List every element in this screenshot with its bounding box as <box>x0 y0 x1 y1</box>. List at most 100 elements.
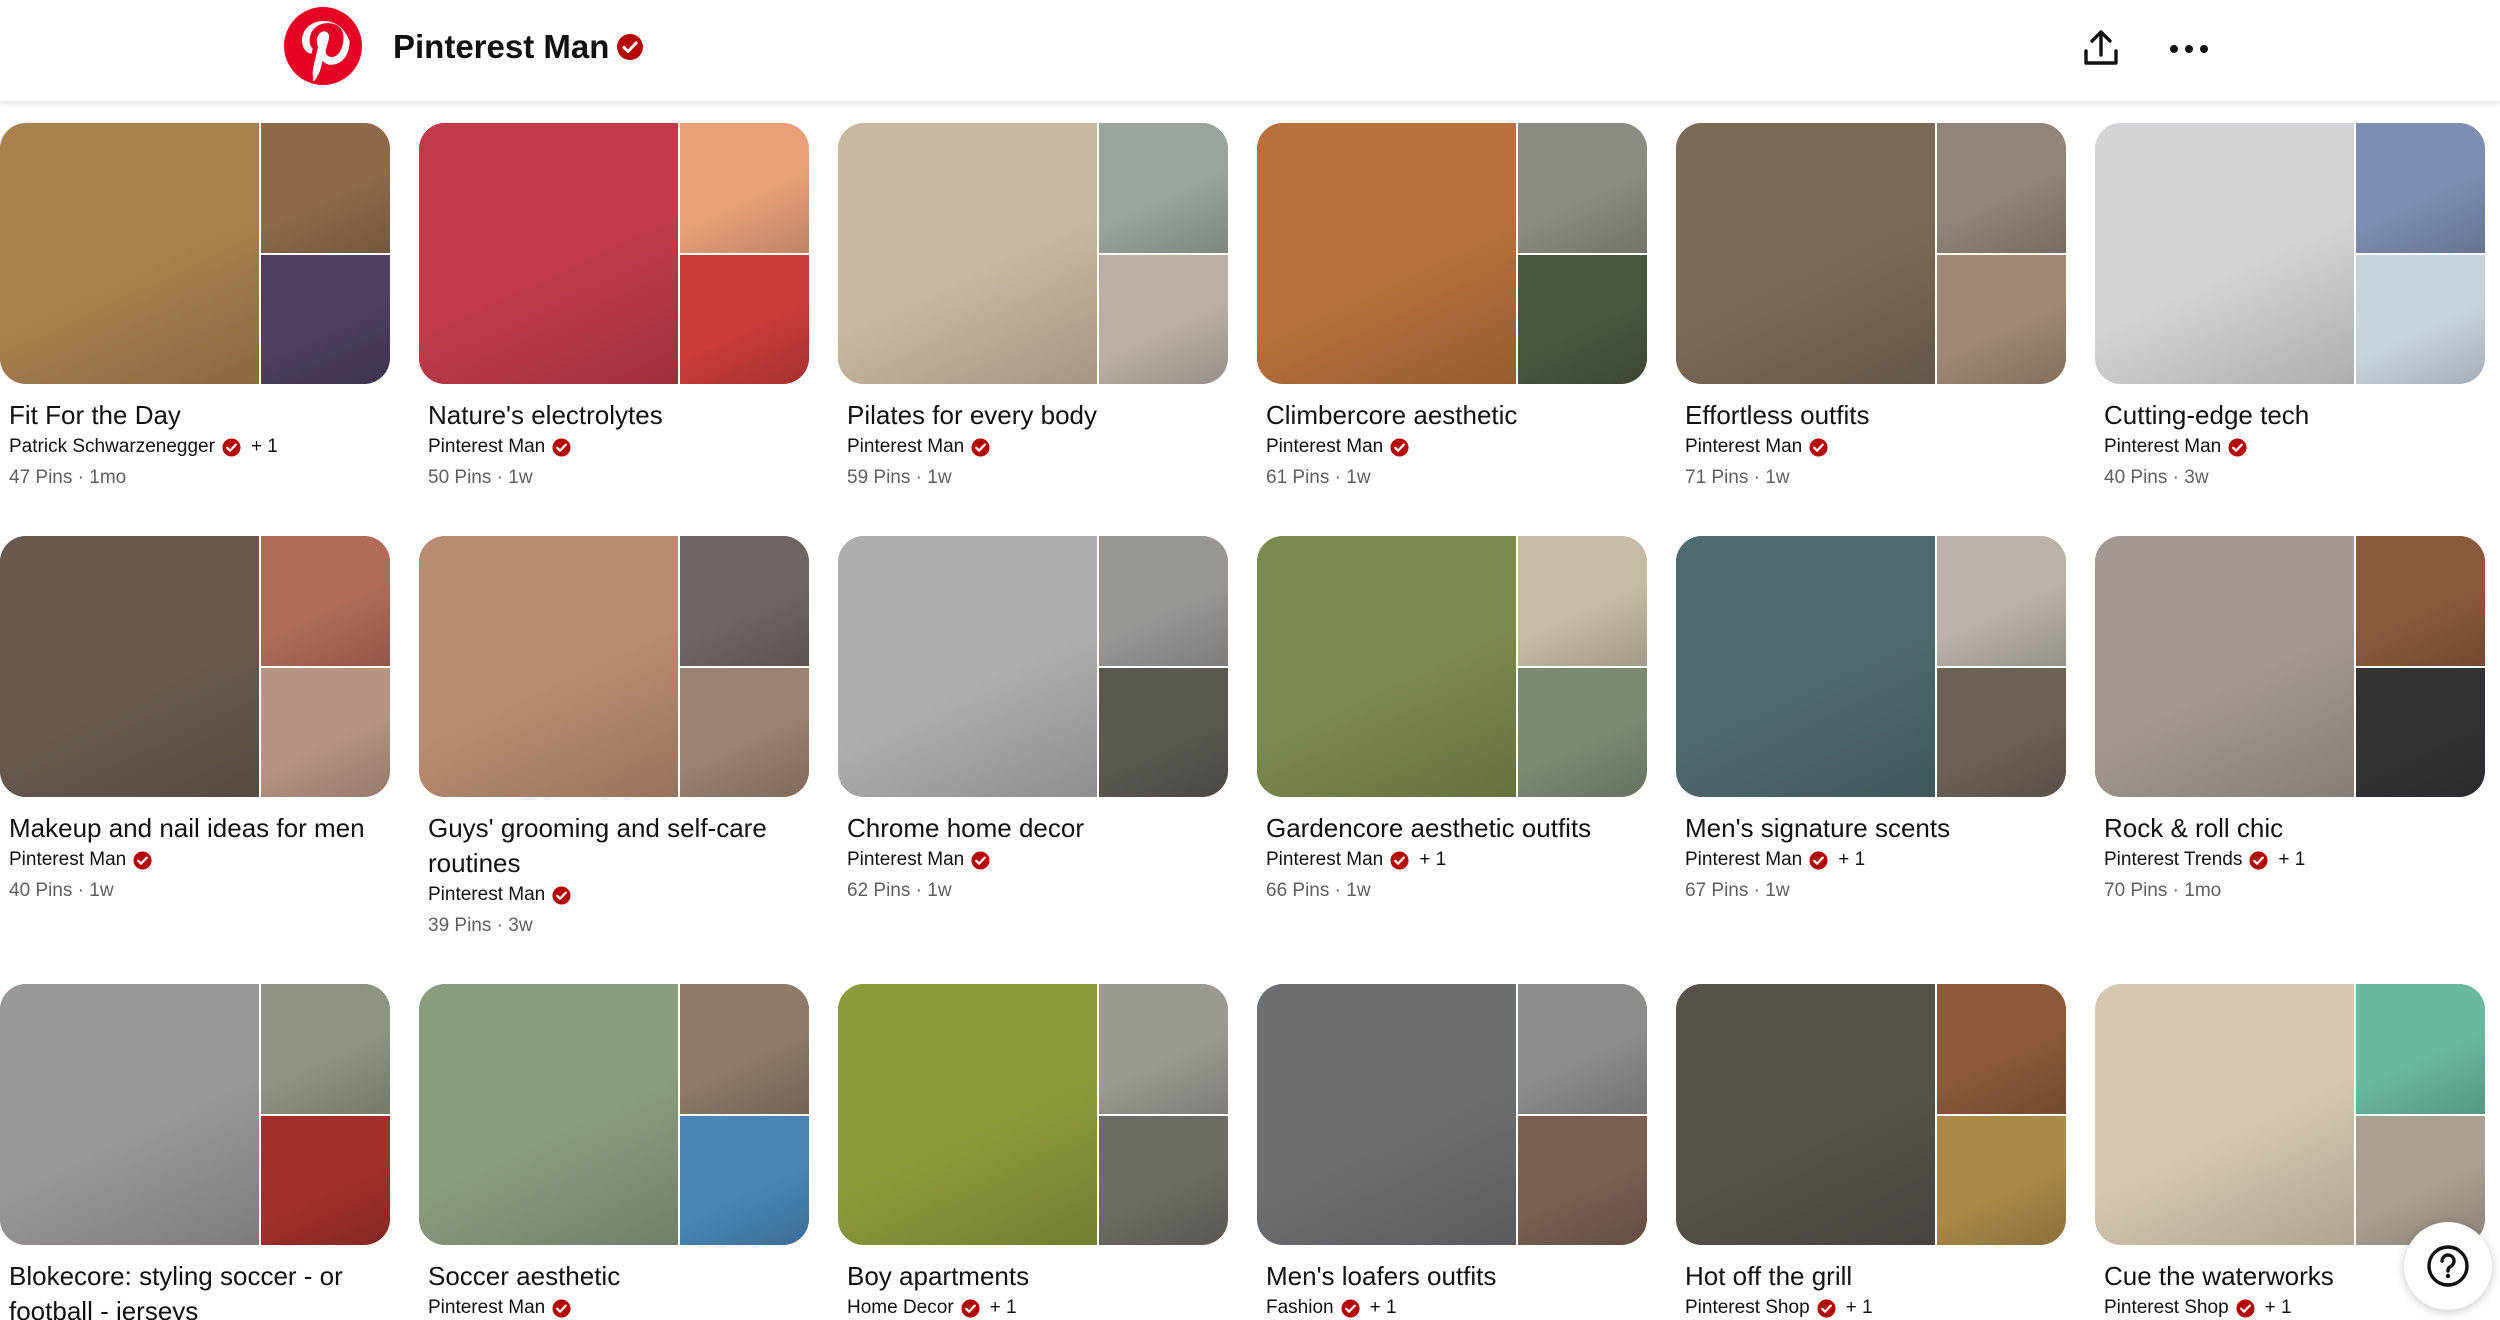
board-card[interactable]: Gardencore aesthetic outfits Pinterest Ma… <box>1257 536 1647 902</box>
page-title: Pinterest Man <box>393 28 610 65</box>
board-card[interactable]: Boy apartments Home Decor + 1 <box>838 984 1228 1319</box>
board-card[interactable]: Chrome home decor Pinterest Man 62 Pins · … <box>838 536 1228 902</box>
verified-check-icon <box>1341 1298 1360 1318</box>
board-owner[interactable]: Pinterest Man <box>847 849 964 871</box>
board-owner[interactable]: Pinterest Trends <box>2104 849 2242 871</box>
verified-check-icon <box>971 437 990 457</box>
board-owner[interactable]: Pinterest Shop <box>1685 1297 1810 1319</box>
pinterest-logo-icon[interactable] <box>284 7 362 85</box>
board-card[interactable]: Cutting-edge tech Pinterest Man 40 Pins · … <box>2095 123 2485 489</box>
board-owner[interactable]: Pinterest Man <box>1266 436 1383 458</box>
board-cover-bottom-image <box>261 254 390 384</box>
board-card[interactable]: Guys' grooming and self-care routines Pin… <box>419 536 809 937</box>
board-cover-collage[interactable] <box>1676 536 2066 797</box>
board-owner[interactable]: Pinterest Man <box>428 1297 545 1319</box>
board-owner[interactable]: Pinterest Man <box>1266 849 1383 871</box>
board-cover-collage[interactable] <box>419 536 809 797</box>
board-owner[interactable]: Fashion <box>1266 1297 1334 1319</box>
board-cover-top-image <box>2356 536 2485 666</box>
board-owner[interactable]: Pinterest Man <box>2104 436 2221 458</box>
board-owner-row: Pinterest Man <box>0 849 390 871</box>
board-owner[interactable]: Pinterest Man <box>428 884 545 906</box>
board-cover-collage[interactable] <box>2095 984 2485 1245</box>
board-cover-top-image <box>1937 984 2066 1114</box>
help-button[interactable] <box>2404 1222 2492 1310</box>
board-stats: 40 Pins · 1w <box>0 880 390 902</box>
verified-check-icon <box>2236 1298 2255 1318</box>
board-card[interactable]: Hot off the grill Pinterest Shop + 1 <box>1676 984 2066 1319</box>
share-button[interactable] <box>2070 18 2132 80</box>
board-card[interactable]: Effortless outfits Pinterest Man 71 Pins ·… <box>1676 123 2066 489</box>
board-card[interactable]: Climbercore aesthetic Pinterest Man 61 Pin… <box>1257 123 1647 489</box>
board-updated-time: 1w <box>1346 467 1371 488</box>
board-owner-row: Home Decor + 1 <box>838 1297 1228 1319</box>
board-cover-collage[interactable] <box>0 123 390 384</box>
board-cover-main-image <box>838 536 1097 797</box>
board-cover-main-image <box>1257 984 1516 1245</box>
board-owner-row: Pinterest Man <box>2095 436 2485 458</box>
board-card[interactable]: Makeup and nail ideas for men Pinterest M… <box>0 536 390 902</box>
verified-check-icon <box>617 34 643 60</box>
board-cover-collage[interactable] <box>0 536 390 797</box>
board-cover-collage[interactable] <box>1676 123 2066 384</box>
board-owner[interactable]: Pinterest Man <box>428 436 545 458</box>
verified-check-icon <box>552 437 571 457</box>
board-cover-collage[interactable] <box>419 984 809 1245</box>
board-cover-collage[interactable] <box>419 123 809 384</box>
board-card[interactable]: Blokecore: styling soccer - or football … <box>0 984 390 1320</box>
board-updated-time: 1w <box>508 467 533 488</box>
board-cover-bottom-image <box>261 1115 390 1245</box>
board-collaborators-count: + 1 <box>1845 1297 1873 1318</box>
board-owner-row: Pinterest Man + 1 <box>1257 849 1647 871</box>
board-card[interactable]: Men's loafers outfits Fashion + 1 <box>1257 984 1647 1319</box>
board-cover-top-image <box>2356 984 2485 1114</box>
board-cover-main-image <box>0 123 259 384</box>
board-cover-bottom-image <box>1937 254 2066 384</box>
board-owner[interactable]: Patrick Schwarzenegger <box>9 436 215 458</box>
board-cover-collage[interactable] <box>2095 536 2485 797</box>
board-owner-row: Pinterest Shop + 1 <box>1676 1297 2066 1319</box>
board-updated-time: 1w <box>89 880 114 901</box>
verified-check-icon <box>222 437 241 457</box>
board-cover-collage[interactable] <box>1257 123 1647 384</box>
board-owner[interactable]: Pinterest Shop <box>2104 1297 2229 1319</box>
board-pin-count: 66 Pins <box>1266 880 1330 901</box>
board-owner[interactable]: Home Decor <box>847 1297 954 1319</box>
board-cover-bottom-image <box>1937 1115 2066 1245</box>
board-updated-time: 1mo <box>2184 880 2222 901</box>
board-card[interactable]: Soccer aesthetic Pinterest Man <box>419 984 809 1319</box>
board-owner[interactable]: Pinterest Man <box>1685 436 1802 458</box>
board-owner-row: Pinterest Man <box>419 1297 809 1319</box>
board-cover-collage[interactable] <box>1257 984 1647 1245</box>
board-cover-collage[interactable] <box>1676 984 2066 1245</box>
board-owner-row: Pinterest Man <box>838 436 1228 458</box>
board-cover-collage[interactable] <box>2095 123 2485 384</box>
board-cover-bottom-image <box>2356 667 2485 797</box>
board-updated-time: 1w <box>927 880 952 901</box>
board-stats: 47 Pins · 1mo <box>0 467 390 489</box>
board-cover-collage[interactable] <box>838 984 1228 1245</box>
board-card[interactable]: Rock & roll chic Pinterest Trends + 1 70 Pi… <box>2095 536 2485 902</box>
separator-dot: · <box>72 467 90 488</box>
board-cover-collage[interactable] <box>838 536 1228 797</box>
board-owner[interactable]: Pinterest Man <box>9 849 126 871</box>
board-owner[interactable]: Pinterest Man <box>1685 849 1802 871</box>
board-pin-count: 59 Pins <box>847 467 911 488</box>
more-options-button[interactable] <box>2158 18 2220 80</box>
separator-dot: · <box>2167 880 2185 901</box>
board-pin-count: 62 Pins <box>847 880 911 901</box>
board-owner[interactable]: Pinterest Man <box>847 436 964 458</box>
board-cover-top-image <box>1937 536 2066 666</box>
board-card[interactable]: Nature's electrolytes Pinterest Man 50 Pin… <box>419 123 809 489</box>
board-stats: 70 Pins · 1mo <box>2095 880 2485 902</box>
board-cover-collage[interactable] <box>0 984 390 1245</box>
board-card[interactable]: Men's signature scents Pinterest Man + 1 67… <box>1676 536 2066 902</box>
board-owner-row: Pinterest Man <box>419 436 809 458</box>
board-cover-top-image <box>261 123 390 253</box>
board-stats: 67 Pins · 1w <box>1676 880 2066 902</box>
board-cover-collage[interactable] <box>1257 536 1647 797</box>
board-card[interactable]: Pilates for every body Pinterest Man 59 Pi… <box>838 123 1228 489</box>
board-cover-top-image <box>1099 536 1228 666</box>
board-card[interactable]: Fit For the Day Patrick Schwarzenegger + 1… <box>0 123 390 489</box>
board-cover-collage[interactable] <box>838 123 1228 384</box>
